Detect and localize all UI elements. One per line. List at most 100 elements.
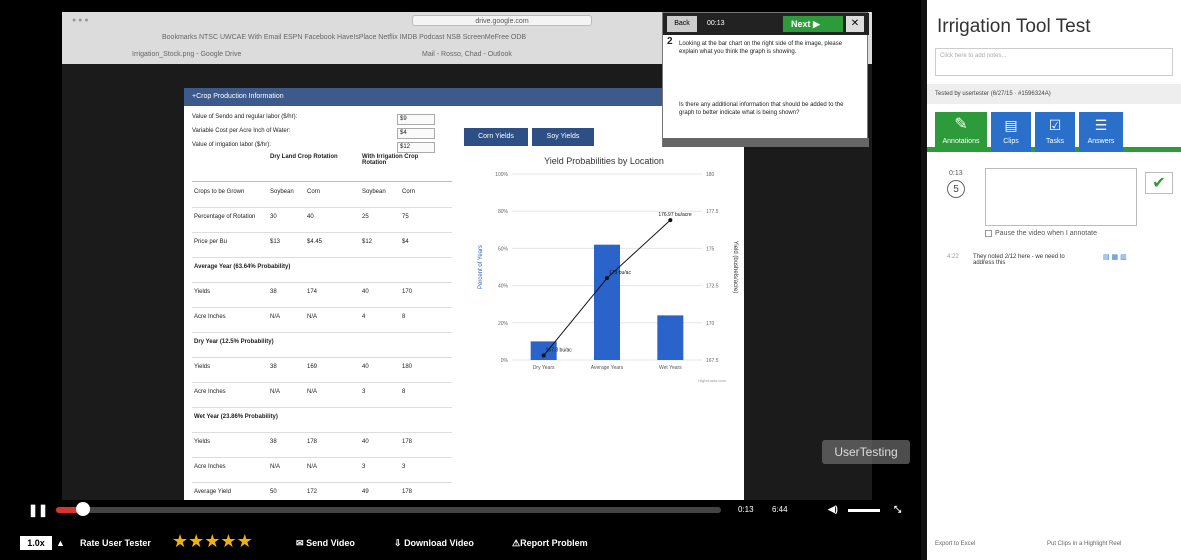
notes-input[interactable]: Click here to add notes... [935, 48, 1173, 76]
corn-yields-tab[interactable]: Corn Yields [464, 128, 528, 146]
note-actions-icon[interactable]: ▤ ▦ ▥ [1103, 253, 1127, 261]
value-input[interactable]: $12 [397, 142, 435, 153]
task-timer: 00:13 [707, 20, 725, 27]
star-icon[interactable]: ★ [237, 531, 253, 551]
star-icon[interactable]: ★ [188, 531, 204, 551]
column-header: With Irrigation Crop Rotation [362, 154, 419, 166]
table-cell[interactable]: 3 [402, 464, 405, 470]
table-cell[interactable]: N/A [270, 389, 280, 395]
chart-credit: Highcharts.com [698, 378, 726, 383]
rewind-icon[interactable]: 5 [947, 180, 965, 198]
table-cell[interactable]: $4 [402, 239, 409, 245]
table-cell[interactable]: 40 [362, 439, 369, 445]
table-cell[interactable]: N/A [270, 314, 280, 320]
next-task-button[interactable]: Next ▶ [783, 16, 843, 32]
tab-tasks[interactable]: ☑ Tasks [1035, 112, 1075, 152]
annotation-textarea[interactable] [985, 168, 1137, 226]
table-cell[interactable]: N/A [270, 464, 280, 470]
table-cell[interactable]: 38 [270, 289, 277, 295]
report-problem-button[interactable]: ⚠Report Problem [512, 536, 588, 550]
row-label: Price per Bu [194, 239, 228, 245]
table-cell[interactable]: 50 [270, 489, 277, 495]
table-cell[interactable]: 169 [307, 364, 317, 370]
table-cell[interactable]: Corn [402, 189, 415, 195]
table-cell[interactable]: 178 [307, 439, 317, 445]
download-video-button[interactable]: ⇩ Download Video [394, 536, 474, 550]
row-label: Acre Inches [194, 314, 226, 320]
highlight-reel-link[interactable]: Put Clips in a Highlight Reel [1047, 541, 1121, 547]
tab-annotations[interactable]: ✎ Annotations [935, 112, 987, 152]
table-row: Average Yield 50 172 49 178 [192, 482, 452, 500]
table-cell[interactable]: 180 [402, 364, 412, 370]
speed-up-icon[interactable]: ▲ [56, 536, 65, 550]
table-cell[interactable]: 30 [270, 214, 277, 220]
table-cell[interactable]: Soybean [270, 189, 294, 195]
warning-icon: ⚠ [512, 538, 521, 548]
value-input[interactable]: $4 [397, 128, 435, 139]
table-cell[interactable]: 8 [402, 389, 405, 395]
note-time[interactable]: 4:22 [947, 254, 959, 260]
star-icon[interactable]: ★ [220, 531, 236, 551]
close-icon[interactable]: ✕ [846, 16, 864, 32]
table-cell[interactable]: 178 [402, 439, 412, 445]
table-cell[interactable]: 178 [402, 489, 412, 495]
table-cell[interactable]: 3 [362, 389, 365, 395]
table-cell[interactable]: $12 [362, 239, 372, 245]
table-cell[interactable]: N/A [307, 464, 317, 470]
table-cell[interactable]: 40 [362, 289, 369, 295]
table-cell[interactable]: 3 [362, 464, 365, 470]
rating-stars[interactable]: ★★★★★ [172, 532, 253, 552]
table-cell[interactable]: 170 [402, 289, 412, 295]
table-cell[interactable]: $13 [270, 239, 280, 245]
task-question: Is there any additional information that… [679, 102, 844, 116]
value-input[interactable]: $9 [397, 114, 435, 125]
x-tick-label: Average Years [591, 365, 624, 371]
table-cell[interactable]: 40 [307, 214, 314, 220]
browser-tab: Irrigation_Stock.png - Google Drive [132, 51, 242, 58]
table-cell[interactable]: Soybean [362, 189, 386, 195]
table-cell[interactable]: 38 [270, 364, 277, 370]
y-tick-label: 0% [501, 358, 509, 364]
table-cell[interactable]: N/A [307, 314, 317, 320]
speed-button[interactable]: 1.0x [20, 536, 52, 550]
table-cell[interactable]: $4.45 [307, 239, 322, 245]
table-cell[interactable]: 25 [362, 214, 369, 220]
table-cell[interactable]: 172 [307, 489, 317, 495]
annotation-sidebar: Irrigation Tool Test Click here to add n… [921, 0, 1181, 560]
star-icon[interactable]: ★ [204, 531, 220, 551]
x-tick-label: Dry Years [533, 365, 555, 371]
fullscreen-icon[interactable]: ⤡ [894, 502, 901, 516]
progress-bar[interactable] [56, 507, 721, 513]
clips-icon: ▤ [1004, 117, 1018, 133]
tab-clips[interactable]: ▤ Clips [991, 112, 1031, 152]
chart-bar [657, 315, 684, 360]
section-header: Dry Year (12.5% Probability) [192, 332, 452, 358]
table-cell[interactable]: 75 [402, 214, 409, 220]
pause-checkbox[interactable] [985, 230, 992, 237]
yield-chart: Corn Yields Soy Yields Yield Probabiliti… [464, 128, 744, 428]
table-cell[interactable]: 38 [270, 439, 277, 445]
page-title: Irrigation Tool Test [937, 16, 1091, 37]
export-excel-link[interactable]: Export to Excel [935, 541, 975, 547]
back-button[interactable]: Back [667, 16, 697, 32]
star-icon[interactable]: ★ [172, 531, 188, 551]
soy-yields-tab[interactable]: Soy Yields [532, 128, 594, 146]
table-cell[interactable]: 4 [362, 314, 365, 320]
task-question: Looking at the bar chart on the right si… [679, 41, 843, 55]
volume-slider[interactable] [848, 509, 880, 512]
progress-handle[interactable] [75, 502, 90, 516]
pencil-icon: ✎ [954, 116, 968, 133]
table-cell[interactable]: Corn [307, 189, 320, 195]
table-cell[interactable]: 8 [402, 314, 405, 320]
table-cell[interactable]: 49 [362, 489, 369, 495]
save-annotation-button[interactable]: ✔ [1145, 172, 1173, 194]
table-cell[interactable]: N/A [307, 389, 317, 395]
volume-icon[interactable]: ◀) [828, 502, 838, 516]
table-row: Yields 38 178 40 178 [192, 432, 452, 458]
table-cell[interactable]: 174 [307, 289, 317, 295]
form-field: Value of Sendo and regular labor ($/hr):… [192, 114, 462, 128]
pause-icon[interactable]: ❚❚ [28, 503, 48, 517]
table-cell[interactable]: 40 [362, 364, 369, 370]
tab-answers[interactable]: ☰ Answers [1079, 112, 1123, 152]
send-video-button[interactable]: ✉ Send Video [296, 536, 355, 550]
